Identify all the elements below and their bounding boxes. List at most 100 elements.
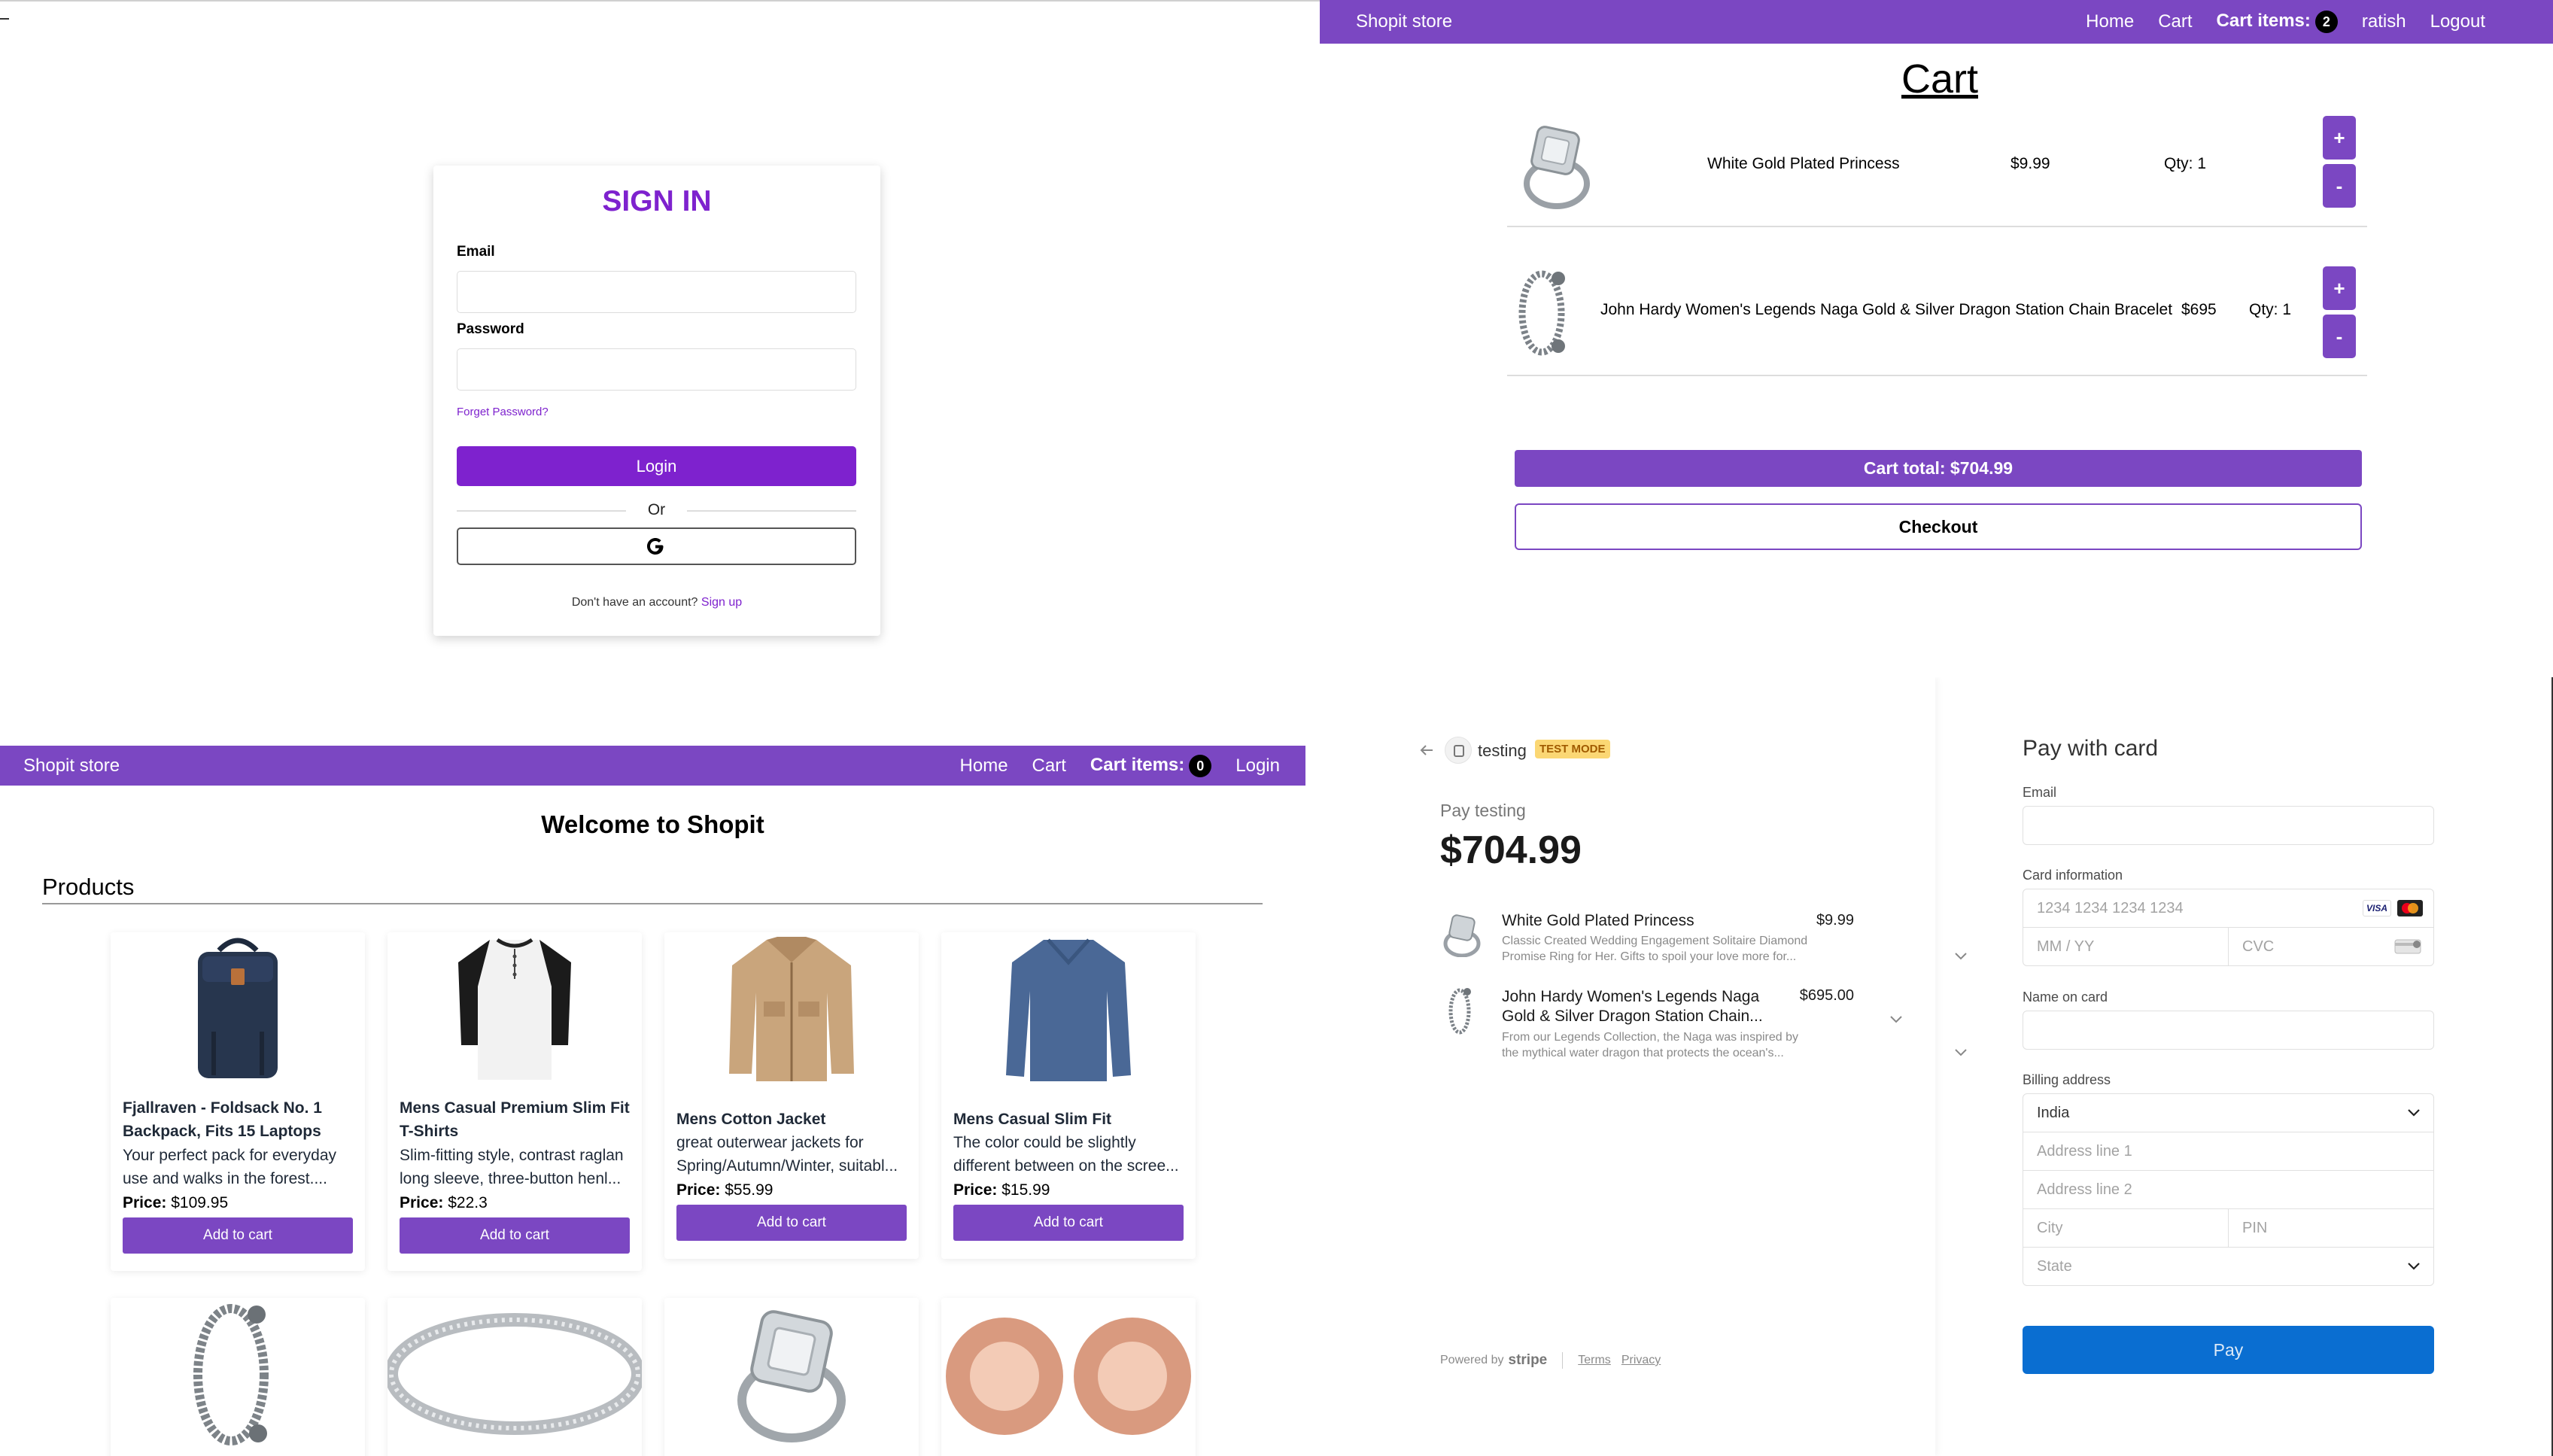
product-price: Price: $15.99 <box>953 1181 1050 1199</box>
signup-prompt: Don't have an account? Sign up <box>433 596 880 609</box>
longsleeve-image <box>1001 932 1135 1083</box>
nav-cart-items[interactable]: Cart items: 2 <box>2217 11 2338 33</box>
nav-cart-items[interactable]: Cart items: 0 <box>1090 754 1212 777</box>
total-amount: $704.99 <box>1440 828 1582 872</box>
expiry-field[interactable]: MM / YY <box>2023 927 2229 966</box>
signin-card: SIGN IN Email Password Forget Password? … <box>433 166 880 636</box>
navbar: Shopit store Home Cart Cart items: 2 rati… <box>1320 0 2553 44</box>
product-description: Slim-fitting style, contrast raglan long… <box>400 1147 624 1187</box>
signup-link[interactable]: Sign up <box>701 596 742 609</box>
card-number-placeholder: 1234 1234 1234 1234 <box>2037 899 2184 916</box>
nav-cart[interactable]: Cart <box>1032 755 1066 777</box>
nav-user[interactable]: ratish <box>2362 11 2406 32</box>
privacy-link[interactable]: Privacy <box>1621 1354 1661 1367</box>
cart-item-name: John Hardy Women's Legends Naga Gold & S… <box>1600 301 2173 318</box>
home-page: Shopit store Home Cart Cart items: 0 Logi… <box>0 746 1305 1456</box>
city-field[interactable]: City <box>2023 1208 2229 1248</box>
cvc-field[interactable]: CVC <box>2228 927 2434 966</box>
state-select[interactable]: State <box>2023 1247 2434 1286</box>
princess-ring-image <box>728 1302 856 1447</box>
address-line1-field[interactable]: Address line 1 <box>2023 1132 2434 1171</box>
stripe-logo: stripe <box>1508 1352 1548 1368</box>
line-item-desc: Classic Created Wedding Engagement Solit… <box>1502 933 1807 965</box>
increase-qty-button[interactable]: + <box>2323 116 2356 160</box>
checkout-button[interactable]: Checkout <box>1515 503 2362 550</box>
test-mode-badge: TEST MODE <box>1535 740 1610 758</box>
card-info-label: Card information <box>2023 868 2123 883</box>
email-field[interactable] <box>2023 806 2434 845</box>
backpack-image <box>181 934 294 1081</box>
email-field[interactable] <box>457 271 856 313</box>
chevron-down-icon[interactable] <box>1953 951 1968 962</box>
line-item: John Hardy Women's Legends Naga Gold & S… <box>1440 987 1967 1062</box>
mastercard-icon <box>2397 900 2423 916</box>
back-arrow-icon[interactable] <box>1418 741 1436 759</box>
product-card <box>941 1298 1196 1456</box>
brand-logo[interactable]: Shopit store <box>1356 11 2074 32</box>
billing-address-label: Billing address <box>2023 1072 2111 1087</box>
line-item-price: $695.00 <box>1799 987 1854 1004</box>
nav-cart[interactable]: Cart <box>2158 11 2192 32</box>
line-item-price: $9.99 <box>1816 912 1854 929</box>
card-number-field[interactable]: 1234 1234 1234 1234 VISA <box>2023 889 2434 928</box>
terms-link[interactable]: Terms <box>1578 1354 1611 1367</box>
pin-field[interactable]: PIN <box>2228 1208 2434 1248</box>
add-to-cart-button[interactable]: Add to cart <box>400 1217 630 1254</box>
nav-logout[interactable]: Logout <box>2430 11 2485 32</box>
google-signin-button[interactable] <box>457 527 856 565</box>
add-to-cart-button[interactable]: Add to cart <box>676 1205 907 1241</box>
line-item-name: White Gold Plated Princess <box>1502 912 1694 929</box>
product-card <box>111 1298 365 1456</box>
chevron-down-icon <box>2406 1261 2421 1272</box>
line-item-desc-line: Promise Ring for Her. Gifts to spoil you… <box>1502 950 1797 963</box>
price-label: Price: <box>400 1194 444 1211</box>
line-item: White Gold Plated Princess $9.99 Classic… <box>1440 912 1967 965</box>
product-description: Your perfect pack for everyday use and w… <box>123 1147 337 1187</box>
silver-ring-image <box>388 1310 642 1438</box>
price-value: $109.95 <box>171 1194 229 1211</box>
cart-item-row: John Hardy Women's Legends Naga Gold & S… <box>1507 227 2367 376</box>
line-item-desc: From our Legends Collection, the Naga wa… <box>1502 1029 1798 1061</box>
address-line2-field[interactable]: Address line 2 <box>2023 1170 2434 1209</box>
price-label: Price: <box>953 1181 998 1199</box>
increase-qty-button[interactable]: + <box>2323 266 2356 310</box>
decrease-qty-button[interactable]: - <box>2323 315 2356 358</box>
address-line2-placeholder: Address line 2 <box>2037 1181 2132 1198</box>
divider-line-right <box>687 510 856 512</box>
country-select[interactable]: India <box>2023 1093 2434 1132</box>
nav-home[interactable]: Home <box>2086 11 2134 32</box>
product-card: Fjallraven - Foldsack No. 1 Backpack, Fi… <box>111 932 365 1271</box>
decrease-qty-button[interactable]: - <box>2323 164 2356 208</box>
stripe-checkout-page: testing TEST MODE Pay testing $704.99 Wh… <box>1320 677 2553 1456</box>
chevron-down-icon[interactable] <box>1953 1047 1968 1058</box>
add-to-cart-button[interactable]: Add to cart <box>953 1205 1184 1241</box>
pay-label: Pay testing <box>1440 801 1526 820</box>
cart-item-price: $695 <box>2181 301 2217 318</box>
password-field[interactable] <box>457 348 856 391</box>
price-value: $22.3 <box>448 1194 488 1211</box>
add-to-cart-button[interactable]: Add to cart <box>123 1217 353 1254</box>
line-item-name: John Hardy Women's Legends Naga Gold & S… <box>1502 987 1763 1026</box>
product-price: Price: $109.95 <box>123 1194 228 1212</box>
princess-ring-image <box>1518 116 1596 214</box>
products-heading: Products <box>42 874 135 900</box>
name-on-card-field[interactable] <box>2023 1011 2434 1050</box>
price-label: Price: <box>676 1181 721 1199</box>
bracelet-image <box>1515 268 1582 358</box>
nav-home[interactable]: Home <box>960 755 1008 777</box>
email-label: Email <box>457 244 495 260</box>
top-border-line <box>0 0 1320 2</box>
chevron-down-icon[interactable] <box>1889 1014 1904 1025</box>
brand-logo[interactable]: Shopit store <box>23 755 948 777</box>
cvc-placeholder: CVC <box>2242 938 2275 955</box>
pay-button[interactable]: Pay <box>2023 1326 2434 1374</box>
nav-login[interactable]: Login <box>1235 755 1280 777</box>
state-placeholder: State <box>2037 1257 2072 1275</box>
login-button[interactable]: Login <box>457 446 856 486</box>
line-item-desc-line: Classic Created Wedding Engagement Solit… <box>1502 935 1808 947</box>
cart-count-badge: 2 <box>2314 11 2338 33</box>
footer-divider <box>1562 1352 1564 1369</box>
product-price: Price: $55.99 <box>676 1181 773 1199</box>
forgot-password-link[interactable]: Forget Password? <box>457 406 549 418</box>
line-item-desc-line: the mythical water dragon that protects … <box>1502 1047 1784 1059</box>
